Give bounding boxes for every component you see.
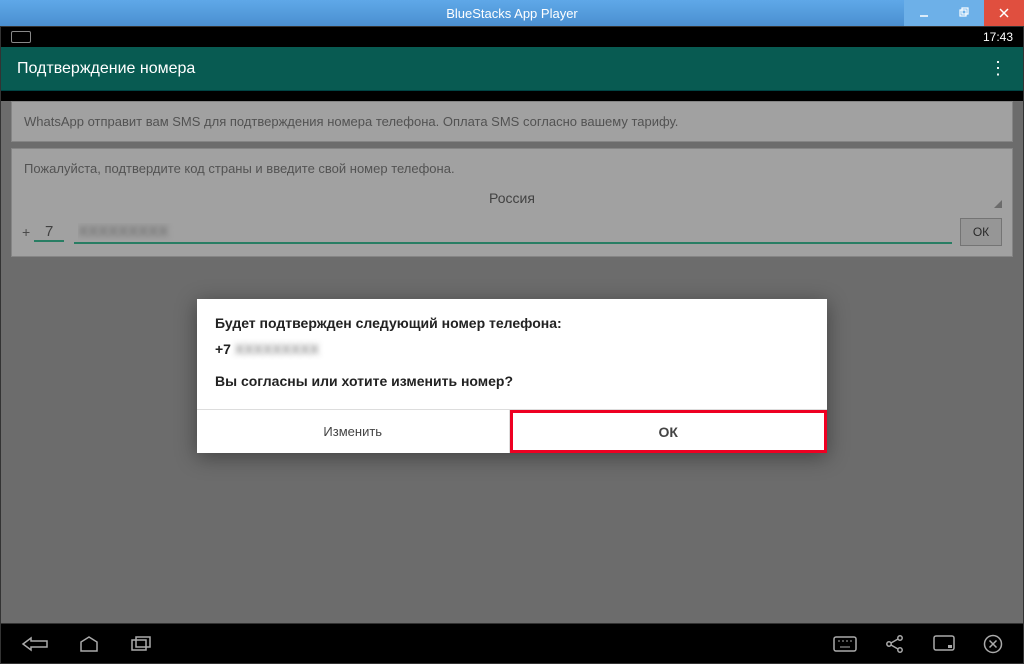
home-icon[interactable] xyxy=(77,635,101,653)
dialog-change-button[interactable]: Изменить xyxy=(197,410,510,453)
dialog-ok-button[interactable]: ОК xyxy=(510,410,828,453)
dialog-message-2: Вы согласны или хотите изменить номер? xyxy=(215,373,809,389)
keyboard-nav-icon[interactable] xyxy=(833,636,857,652)
app-frame: 17:43 Подтверждение номера ⋮ WhatsApp от… xyxy=(0,26,1024,664)
close-button[interactable] xyxy=(984,0,1024,26)
keyboard-icon xyxy=(11,31,31,43)
recents-icon[interactable] xyxy=(129,635,153,653)
action-bar: Подтверждение номера ⋮ xyxy=(1,47,1023,91)
window-title: BlueStacks App Player xyxy=(446,6,578,21)
window-titlebar: BlueStacks App Player xyxy=(0,0,1024,26)
action-bar-title: Подтверждение номера xyxy=(17,60,195,78)
confirm-dialog: Будет подтвержден следующий номер телефо… xyxy=(197,299,827,453)
status-time: 17:43 xyxy=(983,30,1013,44)
share-icon[interactable] xyxy=(885,635,905,653)
dialog-phone: +7 XXXXXXXXX xyxy=(215,341,809,357)
window-controls xyxy=(904,0,1024,26)
close-circle-icon[interactable] xyxy=(983,634,1003,654)
dialog-phone-prefix: +7 xyxy=(215,341,235,357)
minimize-button[interactable] xyxy=(904,0,944,26)
cast-icon[interactable] xyxy=(933,635,955,653)
android-status-bar: 17:43 xyxy=(1,27,1023,47)
back-icon[interactable] xyxy=(21,635,49,653)
restore-button[interactable] xyxy=(944,0,984,26)
more-icon[interactable]: ⋮ xyxy=(989,58,1007,79)
dialog-phone-number: XXXXXXXXX xyxy=(235,341,319,357)
dialog-message-1: Будет подтвержден следующий номер телефо… xyxy=(215,315,809,331)
android-nav-bar xyxy=(1,623,1023,663)
dialog-actions: Изменить ОК xyxy=(197,409,827,453)
